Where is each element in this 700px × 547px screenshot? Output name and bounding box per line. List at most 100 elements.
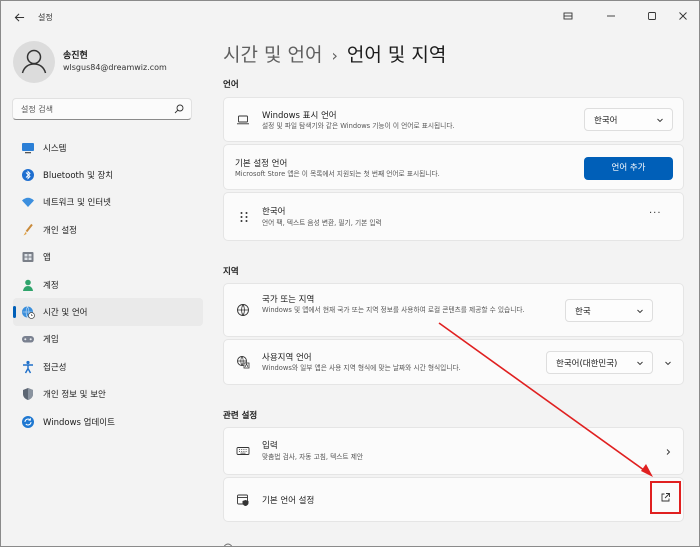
sidebar-item-windows-update[interactable]: Windows 업데이트 [13,408,203,435]
accessibility-icon [21,360,35,374]
sidebar-item-network[interactable]: 네트워크 및 인터넷 [13,189,203,216]
open-external-icon[interactable] [660,492,671,503]
sidebar-item-system[interactable]: 시스템 [13,134,203,161]
card-regional-format: 사용지역 언어 Windows와 일부 앱은 사용 지역 형식에 맞는 날짜와 … [223,339,684,385]
app-title: 설정 [38,13,53,22]
update-icon [21,415,35,429]
sidebar-item-label: 시스템 [43,143,67,154]
card-title: 기본 언어 설정 [262,496,315,506]
sidebar-item-bluetooth[interactable]: Bluetooth 및 장치 [13,161,203,188]
card-title: Windows 표시 언어 [262,111,337,121]
country-region-select[interactable]: 한국 [565,299,653,322]
restore-button[interactable] [596,5,626,27]
more-options-button[interactable]: ··· [649,208,662,219]
search-icon[interactable] [173,103,185,115]
gamepad-icon [21,332,35,346]
user-name: 송진현 [63,51,88,61]
expand-chevron-icon[interactable] [663,358,673,368]
card-language-korean: 한국어 언어 팩, 텍스트 음성 변환, 필기, 기본 입력 ··· [223,192,684,241]
sidebar-item-gaming[interactable]: 게임 [13,326,203,353]
brush-icon [21,223,35,237]
search-box[interactable] [12,98,192,120]
card-desc: Windows 및 앱에서 현재 국가 또는 지역 정보를 사용하여 로컬 콘텐… [262,306,525,314]
card-desc: Windows와 일부 앱은 사용 지역 형식에 맞는 날짜와 시간 형식입니다… [262,364,461,372]
breadcrumb: 시간 및 언어 › 언어 및 지역 [223,40,446,67]
add-language-button[interactable]: 언어 추가 [584,157,673,180]
sidebar-item-accessibility[interactable]: 접근성 [13,353,203,380]
wifi-icon [21,195,35,209]
sidebar-item-time-language[interactable]: 시간 및 언어 [13,298,203,326]
section-title-related: 관련 설정 [223,411,258,421]
regional-format-icon [236,355,250,369]
card-title: 기본 설정 언어 [235,159,288,169]
monitor-icon [21,141,35,155]
section-title-region: 지역 [223,267,239,277]
annotation-highlight-box [650,481,681,514]
close-button[interactable] [668,5,698,27]
search-input[interactable] [21,102,171,116]
card-title: 사용지역 언어 [262,353,312,363]
keyboard-icon [236,444,250,458]
select-value: 한국어 [594,116,618,126]
chevron-down-icon [635,358,645,368]
back-button[interactable] [9,9,29,29]
sidebar-item-accounts[interactable]: 계정 [13,271,203,298]
admin-language-icon [236,493,250,507]
person-avatar-icon [21,49,47,74]
sidebar-item-label: 개인 설정 [43,225,77,236]
minimize-icon [563,12,573,20]
avatar[interactable] [13,41,55,83]
shield-icon [21,387,35,401]
select-value: 한국어(대한민국) [556,359,618,369]
sidebar-item-apps[interactable]: 앱 [13,244,203,271]
sidebar-item-label: Bluetooth 및 장치 [43,171,114,182]
apps-icon [21,250,35,264]
partial-next-item-icon [224,543,232,546]
sidebar-item-label: 시간 및 언어 [43,308,88,319]
page-title: 언어 및 지역 [346,44,447,66]
minimize-line-icon [607,15,615,17]
globe-icon [236,303,250,317]
breadcrumb-separator: › [331,46,338,65]
minimize-button[interactable] [553,5,583,27]
sidebar-item-personalization[interactable]: 개인 설정 [13,216,203,243]
sidebar-item-label: Windows 업데이트 [43,417,115,428]
card-administrative-language[interactable]: 기본 언어 설정 [223,477,684,522]
card-desc: 맞춤법 검사, 자동 고침, 텍스트 제안 [262,453,364,461]
sidebar-nav: 시스템 Bluetooth 및 장치 네트워크 및 인터넷 개인 설정 앱 계정… [13,134,203,435]
user-email: wlsgus84@dreamwiz.com [63,63,167,72]
sidebar-item-label: 게임 [43,335,59,346]
display-language-select[interactable]: 한국어 [584,108,673,131]
sidebar-item-label: 접근성 [43,362,67,373]
card-title: 입력 [262,441,278,451]
chevron-right-icon [663,447,673,457]
select-value: 한국 [575,307,591,317]
card-title: 국가 또는 지역 [262,295,315,305]
globe-clock-icon [21,305,35,319]
regional-format-select[interactable]: 한국어(대한민국) [546,351,653,374]
maximize-icon [648,12,656,20]
close-icon [679,12,687,20]
chevron-down-icon [635,306,645,316]
chevron-down-icon [655,115,665,125]
card-preferred-languages: 기본 설정 언어 Microsoft Store 앱은 이 목록에서 지원되는 … [223,144,684,190]
section-title-language: 언어 [223,80,239,90]
card-title: 한국어 [262,207,286,217]
person-icon [21,278,35,292]
bluetooth-icon [21,168,35,182]
breadcrumb-parent[interactable]: 시간 및 언어 [223,44,322,66]
card-desc: 설정 및 파일 탐색기와 같은 Windows 기능이 이 언어로 표시됩니다. [262,122,455,130]
card-desc: 언어 팩, 텍스트 음성 변환, 필기, 기본 입력 [262,219,382,227]
back-arrow-icon [14,13,24,22]
settings-window: 설정 송진현 wlsgus84@dreamwiz.com 시스템 [0,0,700,547]
card-typing[interactable]: 입력 맞춤법 검사, 자동 고침, 텍스트 제안 [223,427,684,475]
sidebar-item-privacy[interactable]: 개인 정보 및 보안 [13,381,203,408]
drag-handle-icon[interactable] [237,210,251,224]
sidebar-item-label: 계정 [43,280,59,291]
title-bar: 설정 [1,1,699,35]
laptop-icon [236,113,250,127]
maximize-button[interactable] [637,5,667,27]
card-display-language: Windows 표시 언어 설정 및 파일 탐색기와 같은 Windows 기능… [223,97,684,142]
card-desc: Microsoft Store 앱은 이 목록에서 지원되는 첫 번째 언어로 … [235,170,440,178]
sidebar-item-label: 앱 [43,253,51,264]
